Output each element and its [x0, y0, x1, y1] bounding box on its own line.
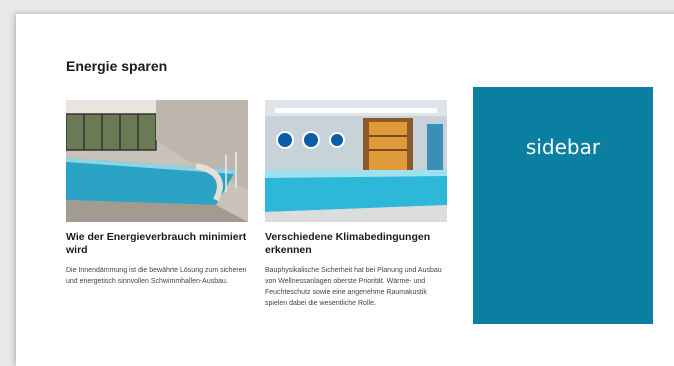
article-teaser: Die Innendämmung ist die bewährte Lösung…: [66, 267, 247, 285]
sidebar-placeholder: sidebar: [473, 87, 653, 324]
article-card-climate[interactable]: Verschiedene Klimabedingungen erkennen B…: [265, 100, 447, 309]
article-card-energy[interactable]: Wie der Energieverbrauch minimiert wird …: [66, 100, 248, 287]
article-heading[interactable]: Wie der Energieverbrauch minimiert wird: [66, 231, 248, 257]
article-image-pool-interior[interactable]: [66, 100, 248, 222]
sidebar-label: sidebar: [525, 135, 601, 159]
content-card: Energie sparen Wie der Energieverbrauch …: [16, 14, 674, 366]
article-heading[interactable]: Verschiedene Klimabedingungen erkennen: [265, 231, 447, 257]
article-image-pool-portholes[interactable]: [265, 100, 447, 222]
article-teaser: Bauphysikalische Sicherheit hat bei Plan…: [265, 267, 442, 307]
section-title: Energie sparen: [66, 58, 168, 74]
